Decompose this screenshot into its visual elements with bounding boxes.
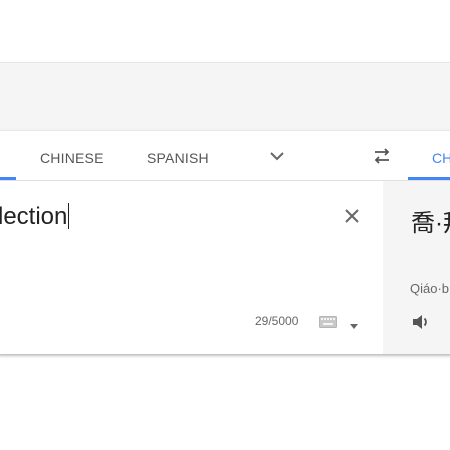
page-band bbox=[0, 62, 450, 133]
swap-languages-icon[interactable] bbox=[371, 146, 393, 166]
source-text-value: lection bbox=[0, 203, 68, 230]
target-pane: 喬·拜 Qiáo·b bbox=[383, 181, 450, 354]
text-caret bbox=[68, 203, 70, 229]
source-pane: lection 29/5000 bbox=[0, 181, 383, 354]
chevron-down-icon[interactable] bbox=[268, 149, 286, 163]
tab-chinese[interactable]: CHINESE bbox=[40, 150, 104, 166]
translation-romanization: Qiáo·b bbox=[410, 281, 450, 296]
translate-card: CHINESE SPANISH CH lection 29/5000 喬· Qi… bbox=[0, 131, 450, 354]
source-textarea[interactable]: lection bbox=[0, 203, 70, 231]
translation-text: 喬·拜 bbox=[411, 210, 450, 237]
speaker-icon[interactable] bbox=[411, 312, 431, 332]
keyboard-icon[interactable] bbox=[319, 315, 337, 328]
tab-target-chinese[interactable]: CH bbox=[432, 150, 450, 166]
language-tabbar: CHINESE SPANISH CH bbox=[0, 131, 450, 181]
character-count: 29/5000 bbox=[255, 314, 299, 328]
source-active-tab-indicator bbox=[0, 177, 16, 180]
close-icon[interactable] bbox=[343, 207, 361, 225]
tab-spanish[interactable]: SPANISH bbox=[147, 150, 209, 166]
target-active-tab-indicator bbox=[408, 177, 450, 180]
caret-down-icon[interactable] bbox=[350, 317, 358, 329]
page-header-area bbox=[0, 0, 450, 62]
